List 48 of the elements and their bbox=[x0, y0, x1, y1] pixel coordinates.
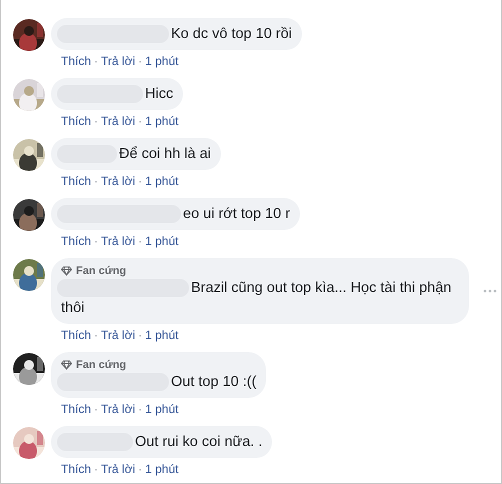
comment-time: 1 phút bbox=[145, 113, 178, 129]
comment-text: Ko dc vô top 10 rồi bbox=[61, 24, 292, 44]
badge-label: Fan cứng bbox=[76, 264, 126, 278]
separator: · bbox=[94, 113, 98, 129]
comment-text: Để coi hh là ai bbox=[61, 144, 211, 164]
like-link[interactable]: Thích bbox=[61, 53, 92, 69]
reply-link[interactable]: Trả lời bbox=[101, 233, 136, 249]
like-link[interactable]: Thích bbox=[61, 327, 92, 343]
comment-time: 1 phút bbox=[145, 53, 178, 69]
separator: · bbox=[94, 327, 98, 343]
diamond-icon bbox=[61, 266, 72, 276]
reply-link[interactable]: Trả lời bbox=[101, 401, 136, 417]
redacted-name bbox=[57, 145, 117, 164]
comment-text: Out rui ko coi nữa. . bbox=[61, 432, 262, 452]
like-link[interactable]: Thích bbox=[61, 233, 92, 249]
separator: · bbox=[138, 113, 142, 129]
separator: · bbox=[94, 401, 98, 417]
reply-link[interactable]: Trả lời bbox=[101, 461, 136, 477]
comment-time: 1 phút bbox=[145, 173, 178, 189]
reply-link[interactable]: Trả lời bbox=[101, 173, 136, 189]
comment-time: 1 phút bbox=[145, 461, 178, 477]
like-link[interactable]: Thích bbox=[61, 401, 92, 417]
like-link[interactable]: Thích bbox=[61, 173, 92, 189]
separator: · bbox=[94, 173, 98, 189]
comment-time: 1 phút bbox=[145, 401, 178, 417]
comment-text: Out top 10 :(( bbox=[61, 372, 256, 392]
separator: · bbox=[138, 327, 142, 343]
comment-time: 1 phút bbox=[145, 233, 178, 249]
separator: · bbox=[138, 461, 142, 477]
separator: · bbox=[94, 461, 98, 477]
badge-label: Fan cứng bbox=[76, 358, 126, 372]
reply-link[interactable]: Trả lời bbox=[101, 53, 136, 69]
separator: · bbox=[138, 173, 142, 189]
comment-time: 1 phút bbox=[145, 327, 178, 343]
like-link[interactable]: Thích bbox=[61, 461, 92, 477]
separator: · bbox=[138, 53, 142, 69]
separator: · bbox=[138, 401, 142, 417]
separator: · bbox=[94, 233, 98, 249]
separator: · bbox=[94, 53, 98, 69]
comment-text: Hicc bbox=[61, 84, 174, 104]
diamond-icon bbox=[61, 360, 72, 370]
reply-link[interactable]: Trả lời bbox=[101, 113, 136, 129]
more-icon[interactable] bbox=[483, 289, 497, 293]
separator: · bbox=[138, 233, 142, 249]
comment-text: eo ui rớt top 10 r bbox=[61, 204, 290, 224]
comment-text: Brazil cũng out top kìa... Học tài thi phận thôi bbox=[61, 278, 459, 318]
reply-link[interactable]: Trả lời bbox=[101, 327, 136, 343]
like-link[interactable]: Thích bbox=[61, 113, 92, 129]
